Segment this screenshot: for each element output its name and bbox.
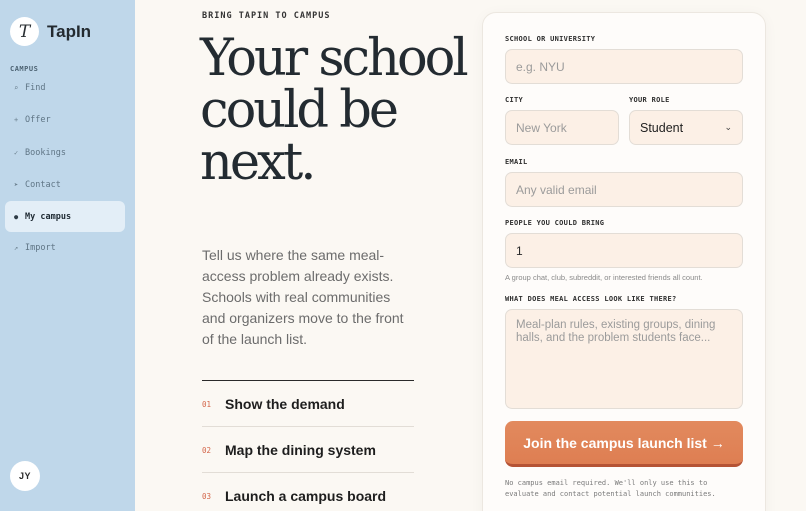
lead-paragraph: Tell us where the same meal-access probl… <box>202 247 404 347</box>
avatar[interactable]: JY <box>10 461 40 491</box>
step-item: 01 Show the demand <box>202 381 414 427</box>
step-number: 03 <box>202 491 212 501</box>
sidebar-item-my-campus[interactable]: ● My campus <box>5 201 125 232</box>
search-icon: ⌕ <box>14 83 19 92</box>
step-item: 03 Launch a campus board <box>202 473 414 511</box>
sidebar-item-bookings[interactable]: ✓ Bookings <box>5 137 125 168</box>
app-name: TapIn <box>47 21 92 41</box>
step-label: Show the demand <box>225 396 345 412</box>
sidebar-item-import[interactable]: ↗ Import <box>5 232 125 263</box>
step-label: Launch a campus board <box>225 488 387 504</box>
meal-textarea[interactable] <box>505 309 743 409</box>
sidebar-item-label: Contact <box>25 179 61 190</box>
people-hint: A group chat, club, subreddit, or intere… <box>505 273 703 282</box>
sidebar-item-label: My campus <box>25 211 72 222</box>
sidebar-item-label: Import <box>25 242 56 253</box>
meal-label: WHAT DOES MEAL ACCESS LOOK LIKE THERE? <box>505 295 677 303</box>
people-label: PEOPLE YOU COULD BRING <box>505 219 605 227</box>
sidebar-item-label: Offer <box>25 114 51 125</box>
email-field[interactable] <box>505 172 743 207</box>
sidebar-item-label: Find <box>25 82 46 93</box>
sidebar-item-find[interactable]: ⌕ Find <box>5 72 125 103</box>
city-input[interactable] <box>505 110 619 145</box>
sidebar-item-label: Bookings <box>25 147 66 158</box>
role-label: YOUR ROLE <box>629 96 670 104</box>
school-input[interactable] <box>505 49 743 84</box>
people-value: 1 <box>516 243 523 258</box>
role-value: Student <box>640 120 684 135</box>
sidebar-item-offer[interactable]: + Offer <box>5 104 125 135</box>
step-number: 01 <box>202 399 212 409</box>
check-icon: ✓ <box>14 148 19 157</box>
dot-icon: ● <box>14 212 19 221</box>
fine-print: No campus email required. We'll only use… <box>505 479 716 498</box>
sidebar: T TapIn CAMPUS ⌕ Find + Offer ✓ Bookings… <box>0 0 135 511</box>
step-number: 02 <box>202 445 212 455</box>
school-label: SCHOOL OR UNIVERSITY <box>505 35 596 43</box>
eyebrow: BRING TAPIN TO CAMPUS <box>202 11 331 21</box>
email-label: EMAIL <box>505 158 528 166</box>
send-icon: ➤ <box>14 180 19 189</box>
role-select[interactable]: Student ⌄ <box>629 110 743 145</box>
chevron-down-icon: ⌄ <box>724 122 732 132</box>
join-launch-list-button[interactable]: Join the campus launch list → <box>505 421 743 467</box>
city-label: CITY <box>505 96 524 104</box>
page-title: Your school could be next. <box>200 29 469 192</box>
step-item: 02 Map the dining system <box>202 427 414 473</box>
logo-mark: T <box>10 17 39 46</box>
people-input[interactable]: 1 <box>505 233 743 268</box>
sidebar-item-contact[interactable]: ➤ Contact <box>5 169 125 200</box>
plus-icon: + <box>14 115 19 124</box>
arrow-icon: ↗ <box>14 243 19 252</box>
app-logo[interactable]: T TapIn <box>10 17 91 46</box>
step-label: Map the dining system <box>225 442 376 458</box>
